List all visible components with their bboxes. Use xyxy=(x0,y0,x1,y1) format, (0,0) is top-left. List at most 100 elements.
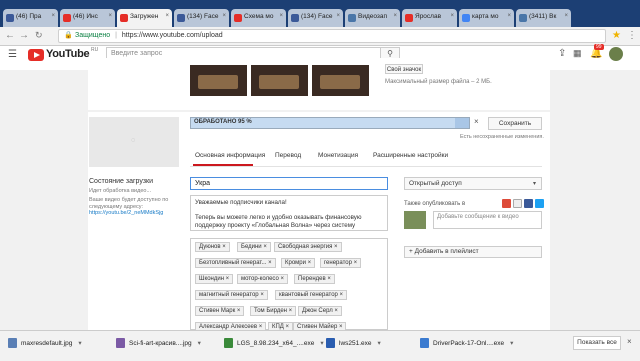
twitter-icon[interactable] xyxy=(535,199,544,208)
add-to-playlist-button[interactable]: + Добавить в плейлист xyxy=(404,246,542,258)
tag-chip[interactable]: Джон Серл × xyxy=(298,306,342,316)
youtube-logo-text[interactable]: YouTube xyxy=(46,48,90,60)
tab-close-icon[interactable]: × xyxy=(51,13,55,19)
loading-icon: ◌ xyxy=(131,137,136,144)
browser-tab[interactable]: Загружен × xyxy=(117,9,172,27)
tab-favicon-icon xyxy=(63,14,71,22)
thumbnail-option-2[interactable] xyxy=(251,65,308,96)
tag-remove-icon[interactable]: × xyxy=(221,244,226,250)
tab-close-icon[interactable]: × xyxy=(450,13,454,19)
browser-tab[interactable]: Схема мо × xyxy=(231,9,286,27)
tag-chip[interactable]: Шкондин × xyxy=(195,274,234,284)
browser-tab[interactable]: Видеозап × xyxy=(345,9,400,27)
tag-remove-icon[interactable]: × xyxy=(332,244,338,250)
avatar[interactable] xyxy=(609,47,623,61)
chevron-down-icon[interactable]: ▾ xyxy=(320,340,323,347)
bookmark-star-icon[interactable]: ★ xyxy=(612,30,621,41)
tag-chip[interactable]: Дуюнов × xyxy=(195,242,230,252)
download-item[interactable]: Sci-fi-art-красив....jpg ▾ xyxy=(116,336,201,352)
apps-grid-icon[interactable]: ▦ xyxy=(573,48,582,59)
close-icon[interactable]: × xyxy=(474,117,479,126)
reload-icon[interactable]: ↻ xyxy=(35,30,43,41)
tag-chip[interactable]: Стивен Марк × xyxy=(195,306,245,316)
tag-remove-icon[interactable]: × xyxy=(352,260,358,266)
checkbox-icon[interactable] xyxy=(513,199,522,208)
tag-remove-icon[interactable]: × xyxy=(326,276,331,282)
custom-thumbnail-button[interactable]: Свой значок xyxy=(385,64,423,74)
browser-tab[interactable]: (46) Инс × xyxy=(60,9,115,27)
tab-label: Видеозап xyxy=(358,13,388,20)
tag-chip[interactable]: Безтопливный генерат... × xyxy=(195,258,276,268)
tag-remove-icon[interactable]: × xyxy=(279,276,284,282)
tag-chip[interactable]: Перендев × xyxy=(294,274,335,284)
tag-remove-icon[interactable]: × xyxy=(267,260,272,266)
title-input[interactable]: Укра xyxy=(190,177,388,190)
chevron-down-icon[interactable]: ▾ xyxy=(198,340,201,347)
browser-tab[interactable]: (134) Face × xyxy=(288,9,343,27)
tag-chip[interactable]: мотор-колесо × xyxy=(237,274,288,284)
tag-remove-icon[interactable]: × xyxy=(306,260,312,266)
tag-chip[interactable]: Свободная энергия × xyxy=(274,242,342,252)
description-textarea[interactable]: Уважаемые подписчики канала! Теперь вы м… xyxy=(190,195,388,231)
tab-close-icon[interactable]: × xyxy=(279,13,283,19)
tab-advanced-settings[interactable]: Расширенные настройки xyxy=(373,152,448,159)
tag-chip[interactable]: квантовый генератор × xyxy=(275,290,348,300)
browser-tab[interactable]: (3411) Вк × xyxy=(516,9,571,27)
save-button[interactable]: Сохранить xyxy=(488,117,542,130)
tab-close-icon[interactable]: × xyxy=(108,13,112,19)
facebook-icon[interactable] xyxy=(524,199,533,208)
tab-close-icon[interactable]: × xyxy=(336,13,340,19)
tag-remove-icon[interactable]: × xyxy=(259,292,264,298)
tag-label: Кромри xyxy=(285,260,306,266)
tab-close-icon[interactable]: × xyxy=(165,13,169,19)
close-downloads-icon[interactable]: × xyxy=(627,337,632,346)
menu-icon[interactable]: ⋮ xyxy=(627,30,637,41)
tag-chip[interactable]: Том Бирден × xyxy=(250,306,297,316)
tab-favicon-icon xyxy=(177,14,185,22)
show-all-downloads-button[interactable]: Показать все xyxy=(573,336,621,350)
unsaved-changes-note: Есть несохраненные изменения. xyxy=(460,134,544,140)
tag-remove-icon[interactable]: × xyxy=(224,276,230,282)
tag-remove-icon[interactable]: × xyxy=(262,244,267,250)
tag-chip[interactable]: магнитный генератор × xyxy=(195,290,268,300)
address-bar[interactable]: 🔒 Защищено | https://www.youtube.com/upl… xyxy=(58,29,606,43)
browser-tab[interactable]: (46) Пра × xyxy=(3,9,58,27)
hamburger-menu-icon[interactable]: ☰ xyxy=(8,49,17,60)
tag-remove-icon[interactable]: × xyxy=(287,308,293,314)
download-item[interactable]: maxresdefault.jpg ▾ xyxy=(8,336,82,352)
tab-close-icon[interactable]: × xyxy=(507,13,511,19)
forward-icon[interactable]: → xyxy=(19,30,29,41)
tag-chip[interactable]: Кромри × xyxy=(281,258,316,268)
tab-translation[interactable]: Перевод xyxy=(275,152,301,159)
chevron-down-icon[interactable]: ▾ xyxy=(378,340,381,347)
chevron-down-icon[interactable]: ▾ xyxy=(78,340,81,347)
tag-chip[interactable]: генератор × xyxy=(320,258,362,268)
tab-monetization[interactable]: Монетизация xyxy=(318,152,358,159)
google-plus-icon[interactable] xyxy=(502,199,511,208)
tab-basic-info[interactable]: Основная информация xyxy=(195,152,265,159)
tag-chip[interactable]: Бедини × xyxy=(237,242,271,252)
tab-close-icon[interactable]: × xyxy=(393,13,397,19)
browser-tab[interactable]: карта мо × xyxy=(459,9,514,27)
download-item[interactable]: LGS_8.98.234_x64_....exe ▾ xyxy=(224,336,324,352)
download-item[interactable]: lws251.exe ▾ xyxy=(326,336,381,352)
tab-divider xyxy=(190,166,542,167)
thumbnail-option-3[interactable] xyxy=(312,65,369,96)
thumbnail-option-1[interactable] xyxy=(190,65,247,96)
tab-label: карта мо xyxy=(472,13,499,20)
download-item[interactable]: DriverPack-17-Onl....exe ▾ xyxy=(420,336,513,352)
tag-remove-icon[interactable]: × xyxy=(338,292,344,298)
tag-label: мотор-колесо xyxy=(241,276,279,282)
browser-tab[interactable]: Ярослав × xyxy=(402,9,457,27)
tag-remove-icon[interactable]: × xyxy=(333,308,338,314)
back-icon[interactable]: ← xyxy=(5,30,15,41)
comment-input[interactable]: Добавьте сообщение к видео xyxy=(433,211,542,229)
tab-close-icon[interactable]: × xyxy=(222,13,226,19)
browser-tab[interactable]: (134) Face × xyxy=(174,9,229,27)
tab-close-icon[interactable]: × xyxy=(564,13,568,19)
upload-icon[interactable]: ⇪ xyxy=(558,48,566,59)
tag-remove-icon[interactable]: × xyxy=(235,308,241,314)
video-link[interactable]: https://youtu.be/2_neMMdkSjg xyxy=(89,210,163,216)
privacy-select[interactable]: Открытый доступ xyxy=(404,177,542,190)
chevron-down-icon[interactable]: ▾ xyxy=(510,340,513,347)
